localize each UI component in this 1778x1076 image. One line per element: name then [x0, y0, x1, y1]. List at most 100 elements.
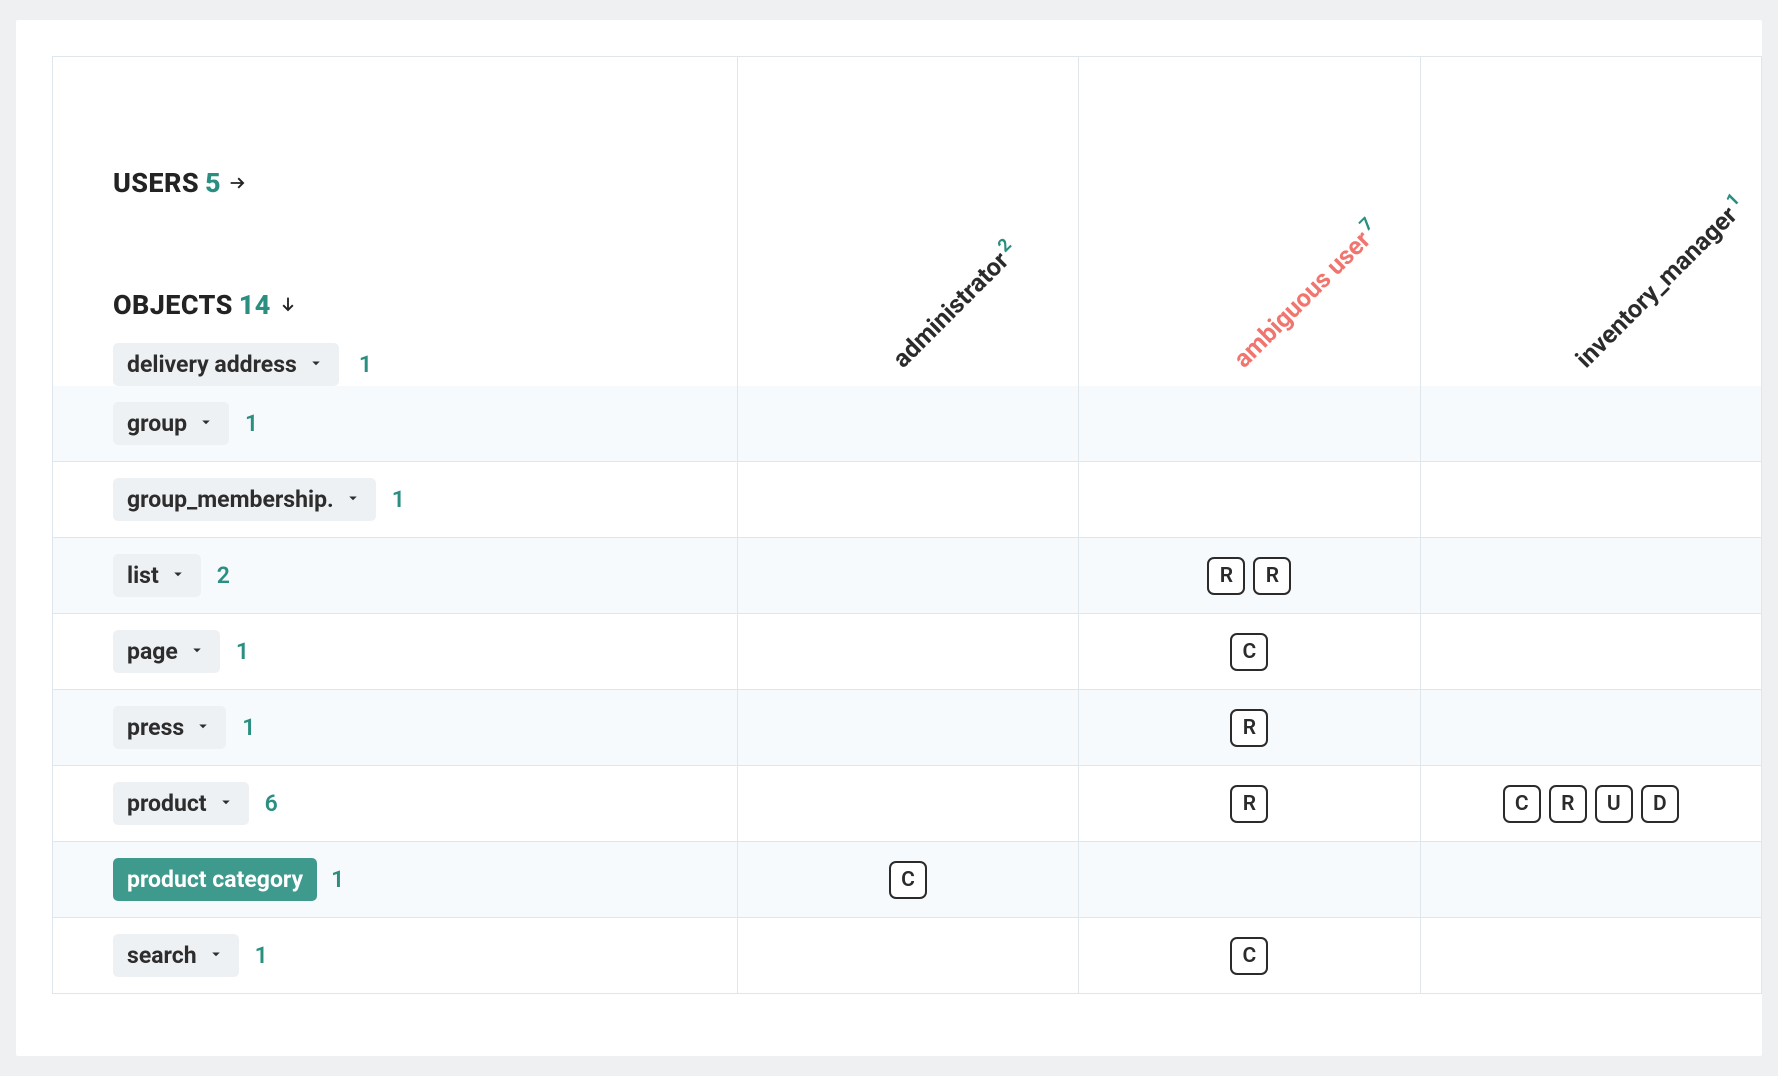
permission-cell[interactable]: R [1079, 766, 1420, 842]
object-count: 1 [242, 714, 255, 741]
permission-cell[interactable] [1420, 918, 1761, 994]
permission-cell[interactable]: C [1079, 614, 1420, 690]
object-chip[interactable]: delivery address [113, 343, 339, 386]
permission-cell[interactable] [1079, 842, 1420, 918]
permission-cell[interactable]: C [737, 842, 1078, 918]
permission-cell[interactable] [1079, 462, 1420, 538]
permission-cell[interactable]: CRUD [1420, 766, 1761, 842]
object-count: 1 [392, 486, 405, 513]
object-chip[interactable]: group_membership. [113, 478, 376, 521]
column-header: ambiguous user7 [1079, 57, 1420, 387]
object-label-cell: product 6 [53, 766, 738, 842]
users-count: 5 [205, 167, 221, 199]
object-chip-label: delivery address [127, 351, 297, 378]
object-row: product6RCRUD [53, 766, 1762, 842]
object-label-cell: group_membership. 1 [53, 462, 738, 538]
permission-badge[interactable]: C [1230, 633, 1268, 671]
objects-section-header[interactable]: OBJECTS 14 [113, 289, 299, 321]
chevron-down-icon [188, 638, 206, 665]
permission-badge[interactable]: C [1503, 785, 1541, 823]
permission-cell[interactable] [737, 918, 1078, 994]
object-chip-label: group [127, 410, 187, 437]
object-chip[interactable]: press [113, 706, 226, 749]
column-header-label[interactable]: ambiguous user7 [1229, 216, 1387, 374]
object-row: group_membership. 1 [53, 462, 1762, 538]
permission-cell[interactable] [737, 538, 1078, 614]
object-row: page1 C [53, 614, 1762, 690]
permission-badge[interactable]: R [1230, 785, 1268, 823]
permission-badge[interactable]: C [1230, 937, 1268, 975]
permission-badge[interactable]: C [889, 861, 927, 899]
permission-badge[interactable]: D [1641, 785, 1679, 823]
permission-badge[interactable]: U [1595, 785, 1633, 823]
object-count: 6 [265, 790, 278, 817]
object-chip-label: press [127, 714, 184, 741]
object-count: 1 [245, 410, 258, 437]
objects-label: OBJECTS [113, 289, 233, 321]
permission-badge[interactable]: R [1253, 557, 1291, 595]
header-left-cell: USERS 5 OBJECTS 14 [53, 57, 738, 387]
object-chip-label: product [127, 790, 207, 817]
permission-cell[interactable] [737, 614, 1078, 690]
object-label-cell: search 1 [53, 918, 738, 994]
permission-badge[interactable]: R [1230, 709, 1268, 747]
object-label-cell: list 2 [53, 538, 738, 614]
column-header-label[interactable]: inventory_manager1 [1570, 192, 1752, 374]
object-label-cell: group 1 [53, 386, 738, 462]
permission-cell[interactable] [1420, 690, 1761, 766]
object-count: 1 [331, 866, 344, 893]
object-row: search 1 C [53, 918, 1762, 994]
permission-cell[interactable] [737, 766, 1078, 842]
object-row: list 2 RR [53, 538, 1762, 614]
object-chip-label: group_membership. [127, 486, 334, 513]
permission-cell[interactable] [1420, 614, 1761, 690]
object-row: press 1 R [53, 690, 1762, 766]
permission-cell[interactable] [1079, 386, 1420, 462]
chevron-down-icon [307, 351, 325, 378]
object-chip[interactable]: list [113, 554, 201, 597]
object-chip[interactable]: page [113, 630, 220, 673]
permission-cell[interactable] [1420, 462, 1761, 538]
object-count: 1 [359, 351, 372, 378]
object-chip[interactable]: group [113, 402, 229, 445]
column-header: inventory_manager1 [1420, 57, 1761, 387]
permission-cell[interactable]: C [1079, 918, 1420, 994]
object-chip-label: page [127, 638, 178, 665]
object-count: 1 [255, 942, 268, 969]
permission-cell[interactable] [1420, 538, 1761, 614]
chevron-down-icon [344, 486, 362, 513]
object-count: 2 [217, 562, 230, 589]
object-chip[interactable]: product category [113, 858, 317, 901]
object-row: product category 1 C [53, 842, 1762, 918]
chevron-down-icon [207, 942, 225, 969]
users-section-header[interactable]: USERS 5 [113, 167, 249, 199]
arrow-right-icon [227, 172, 249, 194]
permission-cell[interactable] [737, 462, 1078, 538]
objects-count: 14 [239, 289, 271, 321]
object-label-cell: press 1 [53, 690, 738, 766]
chevron-down-icon [217, 790, 235, 817]
permission-cell[interactable]: R [1079, 690, 1420, 766]
users-label: USERS [113, 167, 199, 199]
object-chip[interactable]: search [113, 934, 239, 977]
permission-matrix: USERS 5 OBJECTS 14 [52, 56, 1762, 994]
column-header-label[interactable]: administrator2 [887, 237, 1024, 374]
object-label-cell: page1 [53, 614, 738, 690]
permission-badge[interactable]: R [1207, 557, 1245, 595]
permission-cell[interactable] [1420, 842, 1761, 918]
chevron-down-icon [194, 714, 212, 741]
permission-badge[interactable]: R [1549, 785, 1587, 823]
object-chip-label: search [127, 942, 197, 969]
object-row: group 1 [53, 386, 1762, 462]
permission-cell[interactable] [737, 386, 1078, 462]
column-header: administrator2 [737, 57, 1078, 387]
chevron-down-icon [169, 562, 187, 589]
permission-cell[interactable]: RR [1079, 538, 1420, 614]
chevron-down-icon [197, 410, 215, 437]
object-chip-label: product category [127, 866, 303, 893]
arrow-down-icon [277, 294, 299, 316]
permission-cell[interactable] [737, 690, 1078, 766]
object-chip-label: list [127, 562, 159, 589]
object-chip[interactable]: product [113, 782, 249, 825]
permission-cell[interactable] [1420, 386, 1761, 462]
